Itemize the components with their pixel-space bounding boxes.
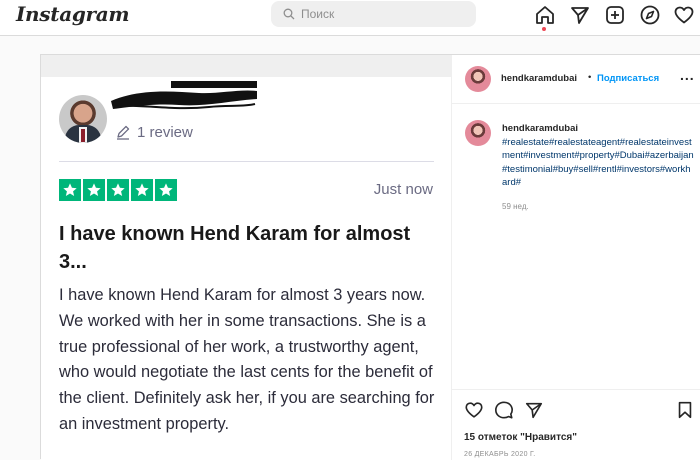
top-navigation-bar: Instagram bbox=[0, 0, 700, 36]
image-top-strip bbox=[41, 55, 451, 77]
post-card: 1 review Just now I have known Hend Kara… bbox=[40, 54, 700, 460]
star-icon bbox=[155, 179, 177, 201]
post-header: hendkaramdubai • Подписаться ... bbox=[452, 55, 700, 104]
star-rating bbox=[59, 179, 177, 201]
search-box[interactable] bbox=[271, 1, 476, 27]
instagram-logo[interactable]: Instagram bbox=[16, 2, 130, 26]
author-avatar[interactable] bbox=[465, 66, 491, 92]
reviewer-avatar bbox=[59, 95, 107, 143]
star-icon bbox=[131, 179, 153, 201]
like-heart-icon[interactable] bbox=[464, 400, 484, 420]
home-icon[interactable] bbox=[534, 4, 556, 26]
post-date: 26 ДЕКАБРЬ 2020 Г. bbox=[464, 451, 536, 458]
direct-icon[interactable] bbox=[569, 4, 591, 26]
activity-icon[interactable] bbox=[673, 4, 695, 26]
pencil-icon bbox=[117, 125, 130, 140]
active-indicator-dot bbox=[542, 27, 546, 31]
review-divider bbox=[59, 161, 434, 162]
star-icon bbox=[83, 179, 105, 201]
post-sidebar: hendkaramdubai • Подписаться ... hendkar… bbox=[452, 55, 700, 460]
author-username[interactable]: hendkaramdubai bbox=[501, 73, 577, 84]
search-icon bbox=[283, 8, 295, 20]
search-input[interactable] bbox=[301, 5, 461, 23]
review-body: I have known Hend Karam for almost 3 yea… bbox=[59, 286, 435, 433]
actions-divider bbox=[452, 389, 700, 390]
follow-button[interactable]: Подписаться bbox=[597, 73, 659, 84]
save-bookmark-icon[interactable] bbox=[675, 400, 695, 420]
post-image-review[interactable]: 1 review Just now I have known Hend Kara… bbox=[41, 55, 452, 460]
review-title: I have known Hend Karam for almost 3... bbox=[59, 223, 411, 273]
review-count: 1 review bbox=[137, 124, 193, 141]
caption-avatar[interactable] bbox=[465, 120, 491, 146]
caption-username[interactable]: hendkaramdubai bbox=[502, 123, 578, 134]
star-icon bbox=[107, 179, 129, 201]
review-time: Just now bbox=[373, 181, 433, 198]
caption-time: 59 нед. bbox=[502, 202, 529, 211]
new-post-icon[interactable] bbox=[604, 4, 626, 26]
star-icon bbox=[59, 179, 81, 201]
more-options-icon[interactable]: ... bbox=[680, 67, 695, 83]
separator-dot: • bbox=[588, 72, 592, 83]
caption-hashtags[interactable]: #realestate#realestateagent#realestatein… bbox=[502, 136, 694, 190]
comment-icon[interactable] bbox=[494, 400, 514, 420]
likes-count[interactable]: 15 отметок "Нравится" bbox=[464, 432, 577, 443]
redacted-name-scribble bbox=[111, 81, 257, 110]
explore-icon[interactable] bbox=[639, 4, 661, 26]
share-icon[interactable] bbox=[524, 400, 544, 420]
